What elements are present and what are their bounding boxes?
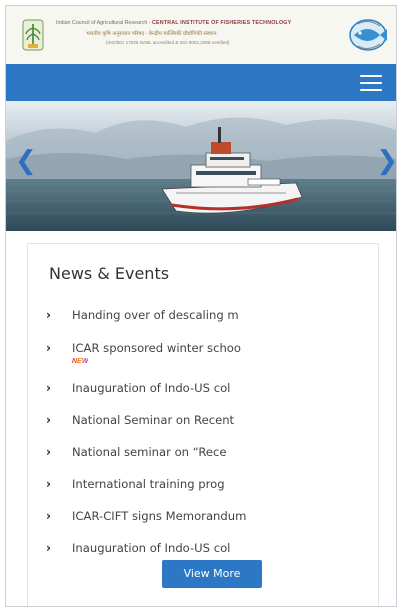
chevron-right-icon: › bbox=[46, 413, 51, 427]
news-item[interactable]: › National Seminar on Recent bbox=[46, 413, 234, 427]
cift-fish-logo[interactable] bbox=[348, 16, 388, 54]
institute-name: CENTRAL INSTITUTE OF FISHERIES TECHNOLOG… bbox=[152, 20, 292, 26]
new-badge: NEW bbox=[72, 358, 89, 365]
chevron-right-icon: › bbox=[46, 445, 51, 459]
news-item[interactable]: › National seminar on “Rece bbox=[46, 445, 227, 459]
nav-bar bbox=[6, 64, 396, 101]
hindi-name: भारतीय कृषि अनुसंधान परिषद - केन्द्रीय म… bbox=[86, 31, 217, 37]
news-item-label: ICAR-CIFT signs Memorandum bbox=[72, 509, 247, 523]
news-item-label: International training prog bbox=[72, 477, 225, 491]
news-item[interactable]: › ICAR-CIFT signs Memorandum bbox=[46, 509, 246, 523]
news-item[interactable]: › Inauguration of Indo-US col bbox=[46, 541, 230, 555]
chevron-right-icon: › bbox=[46, 509, 51, 523]
view-more-button[interactable]: View More bbox=[162, 560, 262, 588]
news-item-label: National Seminar on Recent bbox=[72, 413, 235, 427]
ship-photo bbox=[6, 101, 396, 231]
news-item-label: National seminar on “Rece bbox=[72, 445, 227, 459]
news-item[interactable]: › ICAR sponsored winter schoo bbox=[46, 341, 241, 355]
news-item[interactable]: › International training prog bbox=[46, 477, 225, 491]
menu-bar-3 bbox=[360, 89, 382, 91]
chevron-right-icon: › bbox=[46, 477, 51, 491]
image-slider[interactable]: ❮ ❯ bbox=[6, 101, 396, 231]
news-item-label: Inauguration of Indo-US col bbox=[72, 541, 231, 555]
chevron-right-icon: › bbox=[46, 341, 51, 355]
icar-logo[interactable] bbox=[20, 18, 46, 52]
accreditation-text: (ISO/IEC 17025 NABL accredited & ISO 900… bbox=[106, 40, 230, 45]
news-item-label: Inauguration of Indo-US col bbox=[72, 381, 231, 395]
news-item-label: Handing over of descaling m bbox=[72, 308, 239, 322]
news-item[interactable]: › Handing over of descaling m bbox=[46, 308, 239, 322]
header-line-1: Indian Council of Agricultural Research … bbox=[56, 20, 356, 26]
chevron-right-icon: › bbox=[46, 308, 51, 322]
slider-next-icon[interactable]: ❯ bbox=[376, 148, 396, 174]
news-item[interactable]: › Inauguration of Indo-US col bbox=[46, 381, 230, 395]
menu-bar-1 bbox=[360, 75, 382, 77]
news-item-label: ICAR sponsored winter schoo bbox=[72, 341, 241, 355]
news-events-card: News & Events › Handing over of descaling… bbox=[27, 243, 379, 606]
news-events-title: News & Events bbox=[49, 264, 170, 283]
chevron-right-icon: › bbox=[46, 381, 51, 395]
menu-hamburger-icon[interactable] bbox=[360, 75, 382, 91]
page-frame: Indian Council of Agricultural Research … bbox=[5, 5, 397, 607]
org-name: Indian Council of Agricultural Research … bbox=[56, 20, 151, 26]
menu-bar-2 bbox=[360, 82, 382, 84]
chevron-right-icon: › bbox=[46, 541, 51, 555]
site-header: Indian Council of Agricultural Research … bbox=[6, 6, 396, 64]
header-text: Indian Council of Agricultural Research … bbox=[56, 20, 356, 45]
slider-prev-icon[interactable]: ❮ bbox=[15, 148, 37, 174]
